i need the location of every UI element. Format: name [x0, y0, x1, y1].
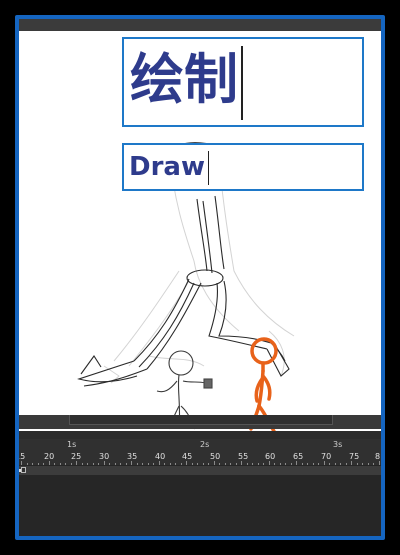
ruler-tick [356, 463, 358, 465]
ruler-tick [252, 463, 253, 465]
second-label: 3s [333, 440, 343, 449]
ruler-tick [147, 463, 149, 465]
ruler-tick [340, 463, 341, 465]
ruler-tick [125, 463, 127, 465]
frame-number: 40 [155, 452, 166, 461]
ruler-tick [373, 463, 374, 465]
frame-number: 30 [99, 452, 110, 461]
ruler-tick [32, 463, 33, 465]
ruler-tick [92, 463, 94, 465]
ruler-tick [26, 463, 28, 465]
ruler-tick [169, 463, 171, 465]
animation-editor: 绘制 Draw 1s 2s 3s 15 20 25 30 35 40 45 50 [19, 19, 381, 536]
title-chinese-box[interactable]: 绘制 [122, 37, 364, 127]
ruler-tick [296, 461, 297, 465]
ruler-tick [213, 461, 215, 465]
ruler-tick [367, 463, 369, 465]
ruler-tick [65, 463, 66, 465]
ruler-tick [235, 463, 237, 465]
ruler-tick [230, 463, 231, 465]
ruler-tick [362, 463, 363, 465]
ruler-tick [301, 463, 303, 465]
ruler-tick [87, 463, 88, 465]
ruler-tick [312, 463, 314, 465]
frame-number: 20 [44, 452, 55, 461]
frame-number: 60 [265, 452, 276, 461]
ruler-tick [241, 461, 242, 465]
ruler-tick [208, 463, 209, 465]
ruler-tick [285, 463, 286, 465]
ruler-tick [268, 461, 270, 465]
ruler-tick [153, 463, 154, 465]
ruler-tick [345, 463, 347, 465]
frame-number: 45 [182, 452, 193, 461]
ruler-tick [180, 463, 182, 465]
drawing-canvas[interactable]: 绘制 Draw [19, 31, 381, 431]
ruler-tick [21, 461, 22, 465]
ruler-tick [378, 461, 380, 465]
scrollbar-thumb[interactable] [69, 415, 333, 425]
ruler-tick [307, 463, 308, 465]
second-label: 2s [200, 440, 210, 449]
ruler-tick [114, 463, 116, 465]
ruler-tick [219, 463, 220, 465]
ruler-tick [109, 463, 110, 465]
ruler-tick [142, 463, 143, 465]
frame-number: 50 [210, 452, 221, 461]
ruler-tick [131, 461, 132, 465]
ruler-tick [246, 463, 248, 465]
ruler-tick [197, 463, 198, 465]
ruler-tick [37, 463, 39, 465]
ruler-tick [158, 461, 160, 465]
ruler-tick [263, 463, 264, 465]
ruler-tick [323, 461, 325, 465]
ruler-tick [191, 463, 193, 465]
top-toolbar [19, 19, 381, 31]
stage-scrollbar[interactable] [19, 415, 381, 429]
frame-number: 35 [127, 452, 138, 461]
ruler-tick [70, 463, 72, 465]
ruler-tick [224, 463, 226, 465]
ruler-tick [103, 461, 105, 465]
keyframe[interactable] [21, 467, 26, 473]
ruler-tick [351, 461, 352, 465]
frame-number: 8 [375, 452, 381, 461]
ruler-tick [175, 463, 176, 465]
ruler-tick [334, 463, 336, 465]
ruler-tick [59, 463, 61, 465]
text-caret [241, 46, 243, 121]
ruler-tick [274, 463, 275, 465]
ruler-tick [186, 461, 187, 465]
ruler-tick [164, 463, 165, 465]
frame-number: 65 [293, 452, 304, 461]
frame-number: 70 [321, 452, 332, 461]
ruler-tick [136, 463, 138, 465]
ruler-tick [81, 463, 83, 465]
ruler-tick [120, 463, 121, 465]
frame-number: 55 [238, 452, 249, 461]
frame-number: 25 [71, 452, 82, 461]
ruler-tick [54, 463, 55, 465]
ruler-tick [76, 461, 77, 465]
ruler-tick [329, 463, 330, 465]
timeline-ruler[interactable]: 1s 2s 3s 15 20 25 30 35 40 45 50 55 60 6… [19, 439, 381, 465]
ruler-tick [290, 463, 292, 465]
title-chinese: 绘制 [130, 48, 238, 111]
text-caret [207, 150, 210, 185]
ruler-tick [318, 463, 319, 465]
frame-number: 15 [19, 452, 26, 461]
timeline-layer-row[interactable] [19, 466, 381, 475]
title-english-box[interactable]: Draw [122, 143, 364, 191]
title-english: Draw [129, 152, 205, 182]
window-frame: 绘制 Draw 1s 2s 3s 15 20 25 30 35 40 45 50 [15, 15, 385, 540]
timeline-panel[interactable]: 1s 2s 3s 15 20 25 30 35 40 45 50 55 60 6… [19, 439, 381, 536]
ruler-tick [43, 463, 44, 465]
ruler-tick [48, 461, 50, 465]
ruler-tick [279, 463, 281, 465]
ruler-tick [98, 463, 99, 465]
ruler-tick [257, 463, 259, 465]
frame-number: 75 [349, 452, 360, 461]
ruler-tick [202, 463, 204, 465]
second-label: 1s [67, 440, 77, 449]
